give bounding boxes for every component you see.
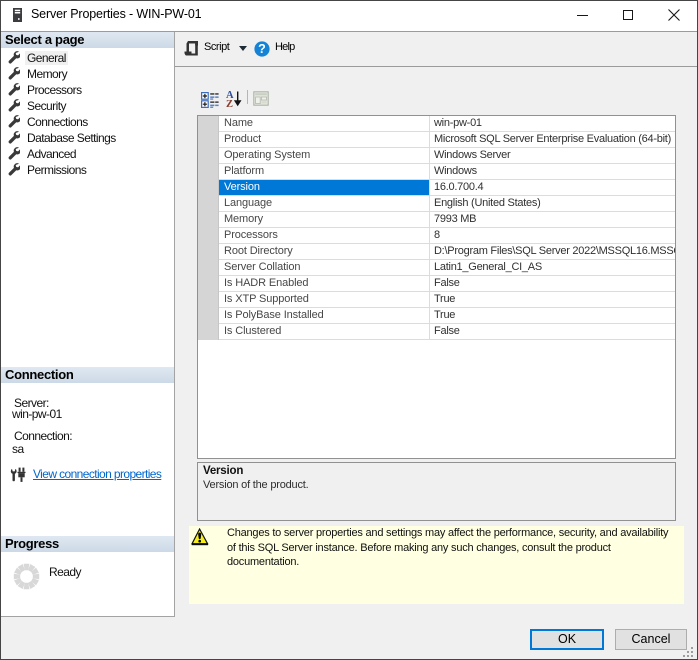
svg-text:?: ? [258,42,266,56]
